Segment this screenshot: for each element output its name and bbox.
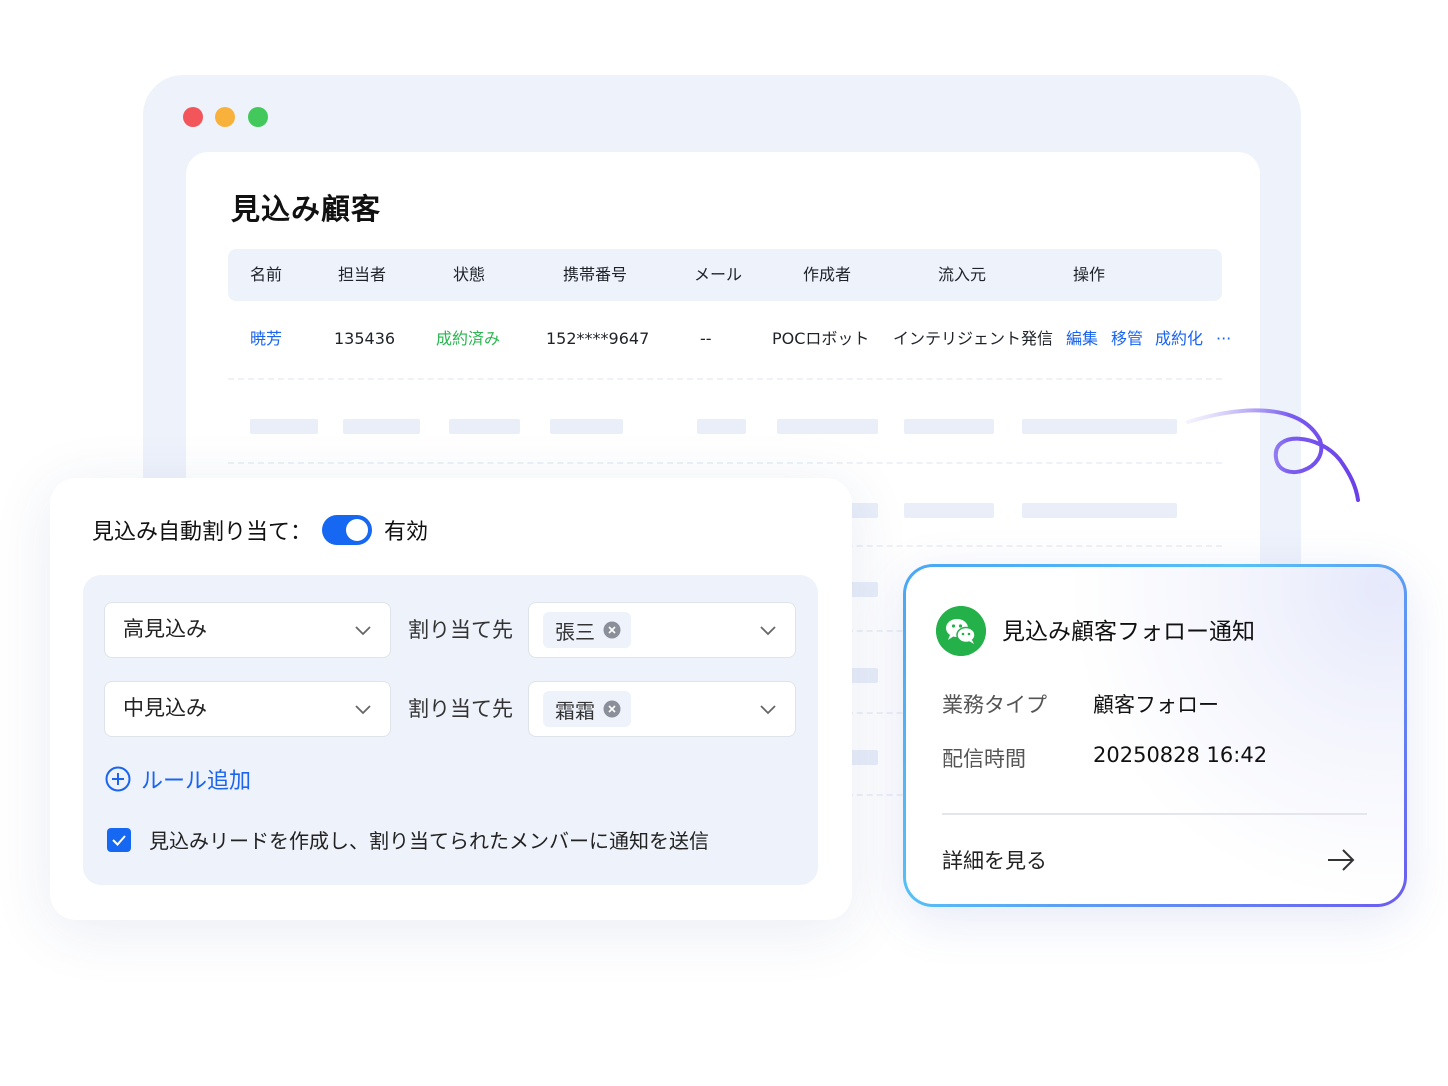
column-header-owner: 担当者 bbox=[338, 265, 387, 284]
notify-checkbox-label: 見込みリードを作成し、割り当てられたメンバーに通知を送信 bbox=[149, 829, 709, 853]
row-divider bbox=[228, 462, 1222, 464]
business-type-label: 業務タイプ bbox=[942, 693, 1047, 717]
transfer-link[interactable]: 移管 bbox=[1111, 302, 1143, 376]
skeleton-cell bbox=[1022, 503, 1177, 518]
status-badge: 成約済み bbox=[436, 329, 501, 348]
plus-circle-icon bbox=[105, 766, 131, 792]
notify-member-option: 見込みリードを作成し、割り当てられたメンバーに通知を送信 bbox=[107, 825, 709, 854]
wechat-icon bbox=[936, 606, 986, 656]
column-header-actions: 操作 bbox=[1073, 265, 1106, 284]
convert-link[interactable]: 成約化 bbox=[1155, 302, 1203, 376]
skeleton-cell bbox=[1022, 419, 1177, 434]
chevron-down-icon bbox=[760, 705, 776, 715]
lead-level-value: 中見込み bbox=[123, 696, 207, 720]
delivery-time-value: 20250828 16:42 bbox=[1093, 743, 1268, 767]
assignee-name: 霜霜 bbox=[555, 698, 595, 723]
follow-up-notification-card: 見込み顧客フォロー通知 業務タイプ 顧客フォロー 配信時間 20250828 1… bbox=[903, 564, 1407, 907]
skeleton-cell bbox=[777, 419, 878, 434]
assignee-tag: 張三 bbox=[543, 612, 631, 648]
check-icon bbox=[112, 834, 126, 846]
notification-body: 見込み顧客フォロー通知 業務タイプ 顧客フォロー 配信時間 20250828 1… bbox=[906, 567, 1404, 904]
column-header-creator: 作成者 bbox=[803, 265, 852, 284]
page-title: 見込み顧客 bbox=[231, 192, 382, 226]
skeleton-cell bbox=[550, 419, 623, 434]
chevron-down-icon bbox=[355, 626, 371, 636]
notification-divider bbox=[942, 813, 1367, 815]
lead-level-select-medium[interactable]: 中見込み bbox=[104, 681, 391, 737]
lead-owner: 135436 bbox=[334, 329, 396, 348]
toggle-label: 有効 bbox=[384, 520, 429, 545]
window-minimize-dot[interactable] bbox=[215, 107, 235, 127]
column-header-name: 名前 bbox=[250, 265, 283, 284]
remove-tag-icon[interactable] bbox=[603, 700, 621, 718]
view-details-link[interactable]: 詳細を見る bbox=[942, 845, 1047, 875]
lead-name-link[interactable]: 暁芳 bbox=[250, 302, 282, 376]
assign-to-label: 割り当て先 bbox=[408, 697, 513, 721]
auto-assign-title: 見込み自動割り当て： bbox=[92, 520, 313, 545]
auto-assign-header: 見込み自動割り当て： 有効 bbox=[92, 514, 428, 546]
window-maximize-dot[interactable] bbox=[248, 107, 268, 127]
assign-to-label: 割り当て先 bbox=[408, 618, 513, 642]
remove-tag-icon[interactable] bbox=[603, 621, 621, 639]
column-header-source: 流入元 bbox=[938, 265, 987, 284]
notify-checkbox[interactable] bbox=[107, 827, 131, 852]
lead-level-select-high[interactable]: 高見込み bbox=[104, 602, 391, 658]
lead-source: インテリジェント発信 bbox=[893, 329, 1054, 348]
add-rule-button[interactable]: ルール追加 bbox=[105, 763, 251, 795]
toggle-knob bbox=[346, 519, 369, 541]
assign-rules-panel: 高見込み 割り当て先 張三 中見込み 割り当て先 霜霜 ルール追加 見込みリード… bbox=[83, 575, 818, 885]
lead-phone: 152****9647 bbox=[546, 329, 650, 348]
skeleton-cell bbox=[904, 503, 994, 518]
skeleton-cell bbox=[697, 419, 746, 434]
skeleton-cell bbox=[904, 419, 994, 434]
decorative-swirl bbox=[1186, 408, 1360, 502]
row-divider bbox=[228, 378, 1222, 380]
add-rule-label: ルール追加 bbox=[141, 769, 252, 794]
column-header-email: メール bbox=[694, 265, 743, 284]
auto-assign-toggle[interactable] bbox=[322, 515, 373, 545]
assignee-name: 張三 bbox=[555, 619, 595, 644]
notification-title: 見込み顧客フォロー通知 bbox=[1002, 619, 1255, 645]
edit-link[interactable]: 編集 bbox=[1066, 302, 1098, 376]
assignee-select-1[interactable]: 張三 bbox=[528, 602, 796, 658]
skeleton-cell bbox=[250, 419, 318, 434]
assignee-select-2[interactable]: 霜霜 bbox=[528, 681, 796, 737]
chevron-down-icon bbox=[760, 626, 776, 636]
delivery-time-label: 配信時間 bbox=[942, 747, 1026, 771]
table-row: 暁芳 135436 成約済み 152****9647 -- POCロボット イン… bbox=[228, 302, 1231, 376]
skeleton-cell bbox=[449, 419, 520, 434]
arrow-right-icon[interactable] bbox=[1326, 847, 1356, 873]
business-type-value: 顧客フォロー bbox=[1093, 693, 1219, 717]
table-header: 名前 担当者 状態 携帯番号 メール 作成者 流入元 操作 bbox=[228, 249, 1222, 301]
lead-email: -- bbox=[700, 329, 712, 348]
lead-level-value: 高見込み bbox=[123, 617, 207, 641]
more-actions-icon[interactable]: ··· bbox=[1216, 302, 1231, 376]
chevron-down-icon bbox=[355, 705, 371, 715]
assignee-tag: 霜霜 bbox=[543, 691, 631, 727]
lead-creator: POCロボット bbox=[772, 329, 870, 348]
column-header-status: 状態 bbox=[453, 265, 486, 284]
window-close-dot[interactable] bbox=[183, 107, 203, 127]
auto-assign-card: 見込み自動割り当て： 有効 高見込み 割り当て先 張三 中見込み 割り当て先 霜… bbox=[50, 478, 852, 920]
column-header-phone: 携帯番号 bbox=[563, 265, 628, 284]
skeleton-cell bbox=[343, 419, 420, 434]
